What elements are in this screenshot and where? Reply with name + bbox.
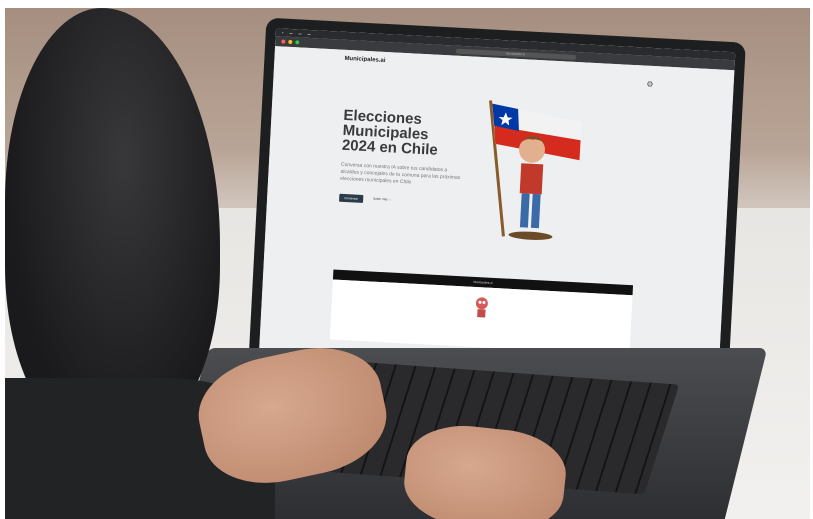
laptop-lid: ● ▬ ▬ ▬ municipales.ai Municipales.ai ⚙ … [248,17,746,395]
menu-placeholder: ▬ [289,30,293,36]
menu-placeholder: ▬ [307,31,311,37]
menu-placeholder: ▬ [298,31,302,36]
learn-more-link[interactable]: Saber más → [373,197,392,202]
close-dot-icon[interactable] [281,39,286,44]
gear-icon[interactable]: ⚙ [646,80,654,89]
mascot-with-flag-illustration [489,100,582,240]
web-page: Municipales.ai ⚙ Elecciones Municipales … [259,46,735,376]
apple-icon: ● [281,30,284,35]
laptop-screen: ● ▬ ▬ ▬ municipales.ai Municipales.ai ⚙ … [259,28,736,376]
page-title: Elecciones Municipales 2024 en Chile [341,106,439,159]
site-logo[interactable]: Municipales.ai [344,56,385,64]
zoom-dot-icon[interactable] [295,40,300,45]
photo: ● ▬ ▬ ▬ municipales.ai Municipales.ai ⚙ … [5,8,810,519]
page-subtitle: Conversa con nuestra IA sobre tus candid… [340,161,461,186]
person-head [5,8,220,438]
minimize-dot-icon[interactable] [288,39,293,45]
robot-icon [475,297,488,318]
start-button[interactable]: Comenzar [339,193,364,203]
